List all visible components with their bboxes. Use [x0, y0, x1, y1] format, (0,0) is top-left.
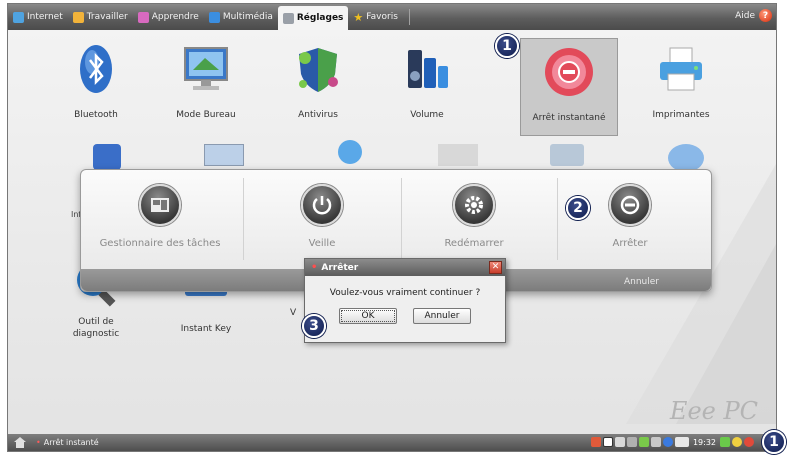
panel-divider: [243, 178, 244, 260]
task-manager-button[interactable]: Gestionnaire des tâches: [85, 178, 235, 264]
power-icon: [301, 184, 343, 226]
taskbar: • Arrêt instanté 19:32: [8, 434, 776, 451]
callout-2: 2: [566, 196, 590, 220]
tab-apprendre[interactable]: Apprendre: [133, 6, 204, 28]
tab-favoris[interactable]: ★ Favoris: [348, 6, 402, 28]
star-icon: ★: [353, 10, 364, 24]
network-status-icon[interactable]: [590, 437, 601, 447]
keyboard-tray-icon[interactable]: [674, 437, 689, 447]
display-icon: [438, 144, 478, 166]
panel-cancel-button[interactable]: Annuler: [624, 277, 659, 287]
veille-button[interactable]: Veille: [247, 178, 397, 264]
confirm-dialog: • Arrêter ✕ Voulez-vous vraiment continu…: [304, 258, 506, 343]
help-icon: ?: [759, 9, 772, 22]
tab-reglages[interactable]: Réglages: [277, 6, 349, 30]
work-icon: [72, 11, 84, 23]
brand-logo: Eee PC: [669, 397, 758, 425]
network-icon: [550, 144, 584, 166]
app-mode-bureau[interactable]: Mode Bureau: [158, 36, 254, 132]
dialog-close-button[interactable]: ✕: [489, 261, 502, 274]
cancel-button[interactable]: Annuler: [413, 308, 471, 324]
status-green-icon[interactable]: [720, 437, 730, 447]
battery-icon[interactable]: [602, 437, 613, 447]
keyboard-icon: [204, 144, 244, 166]
task-dot-icon: •: [36, 438, 41, 447]
partial-label-row3: V: [290, 308, 297, 318]
dialog-message: Voulez-vous vraiment continuer ?: [329, 288, 481, 298]
user-icon: [338, 140, 362, 164]
ok-button[interactable]: OK: [339, 308, 397, 324]
callout-1-bottom: 1: [762, 430, 786, 454]
task-manager-icon: [139, 184, 181, 226]
app-imprimantes[interactable]: Imprimantes: [633, 36, 729, 132]
callout-3: 3: [302, 314, 326, 338]
tab-internet[interactable]: Internet: [8, 6, 68, 28]
learn-icon: [137, 11, 149, 23]
tab-multimedia[interactable]: Multimédia: [204, 6, 278, 28]
restart-gear-icon: [453, 184, 495, 226]
app-antivirus[interactable]: Antivirus: [270, 36, 366, 132]
desktop-mode-icon: [184, 47, 228, 90]
instant-shutdown-icon: [545, 48, 593, 96]
usb-icon[interactable]: [650, 437, 661, 447]
tab-divider: [408, 9, 410, 25]
tab-travailler[interactable]: Travailler: [68, 6, 133, 28]
arreter-button[interactable]: Arrêter: [555, 178, 705, 264]
printer-icon: [660, 47, 702, 91]
status-yellow-icon[interactable]: [732, 437, 742, 447]
display-tray-icon[interactable]: [614, 437, 625, 447]
help-button[interactable]: Aide ?: [735, 9, 772, 22]
app-volume[interactable]: Volume: [379, 36, 475, 132]
bluetooth-icon: [80, 45, 112, 93]
taskbar-item-instant-shutdown[interactable]: • Arrêt instanté: [36, 438, 99, 447]
volume-icon: [408, 50, 448, 88]
clock: 19:32: [692, 437, 716, 447]
info-icon: [93, 144, 121, 170]
app-bluetooth[interactable]: Bluetooth: [48, 36, 144, 132]
internet-icon: [13, 11, 24, 23]
info-tray-icon[interactable]: [662, 437, 673, 447]
callout-1-top: 1: [495, 34, 519, 58]
desktop-screen: Internet Travailler Apprendre Multimédia…: [7, 3, 777, 452]
multimedia-icon: [208, 11, 220, 23]
app-arret-instantane[interactable]: Arrêt instantané: [520, 38, 618, 136]
dialog-titlebar: • Arrêter: [305, 259, 505, 276]
settings-wrench-icon: [282, 12, 294, 24]
category-tab-bar: Internet Travailler Apprendre Multimédia…: [8, 4, 776, 30]
dialog-title-icon: •: [311, 262, 318, 273]
dialog-buttons: OK Annuler: [305, 308, 505, 324]
home-icon[interactable]: [14, 437, 26, 448]
antivirus-shield-icon: [299, 48, 338, 92]
speaker-icon[interactable]: [626, 437, 637, 447]
power-tray-icon[interactable]: [744, 437, 754, 447]
close-icon: ✕: [491, 262, 500, 272]
redemarrer-button[interactable]: Redémarrer: [399, 178, 549, 264]
system-tray: 19:32: [590, 437, 754, 447]
shutdown-minus-icon: [609, 184, 651, 226]
wifi-icon[interactable]: [638, 437, 649, 447]
